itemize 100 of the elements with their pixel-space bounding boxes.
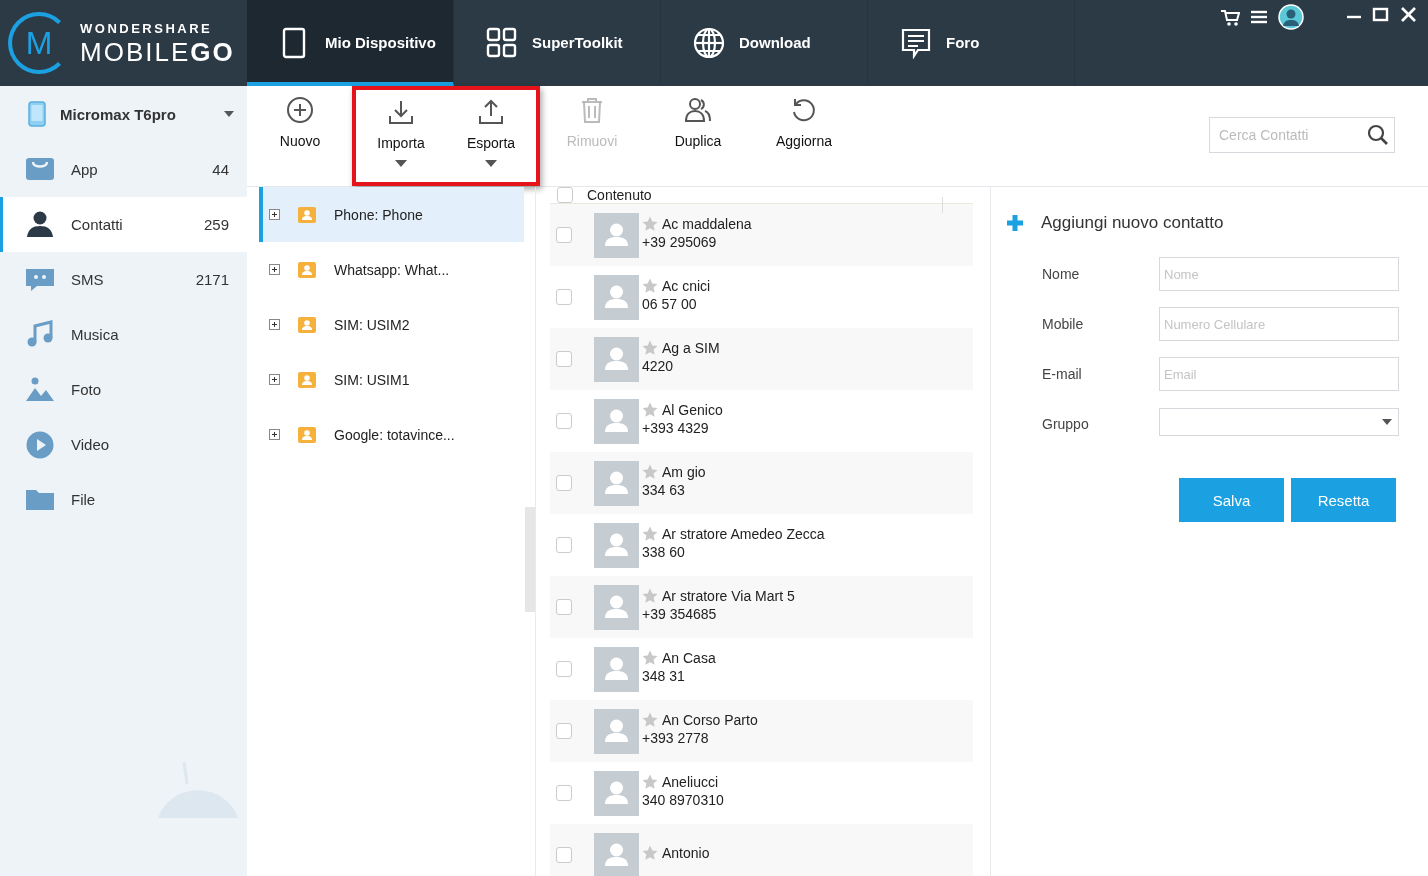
- input-field[interactable]: Numero Cellulare: [1159, 307, 1399, 341]
- download-icon: [387, 98, 415, 126]
- toolbar-button[interactable]: Importa: [356, 88, 446, 182]
- contact-phone: 334 63: [642, 482, 686, 498]
- sidebar-item[interactable]: File: [0, 472, 247, 527]
- checkbox[interactable]: [556, 785, 572, 801]
- plus-icon: [1007, 215, 1023, 231]
- star-icon[interactable]: [642, 340, 658, 356]
- toolbar-button[interactable]: Nuovo: [247, 86, 353, 186]
- star-icon[interactable]: [642, 774, 658, 790]
- star-icon[interactable]: [642, 216, 658, 232]
- expand-icon[interactable]: [269, 319, 280, 330]
- checkbox[interactable]: [556, 227, 572, 243]
- checkbox[interactable]: [557, 187, 573, 203]
- group-item[interactable]: SIM: USIM2: [259, 297, 524, 352]
- star-icon[interactable]: [642, 402, 658, 418]
- contact-phone: 06 57 00: [642, 296, 698, 312]
- checkbox[interactable]: [556, 847, 572, 863]
- input-field[interactable]: Email: [1159, 357, 1399, 391]
- star-icon[interactable]: [642, 650, 658, 666]
- star-icon[interactable]: [642, 278, 658, 294]
- star-icon[interactable]: [642, 588, 658, 604]
- avatar-placeholder-icon: [594, 522, 639, 568]
- nav-tab[interactable]: Mio Dispositivo: [247, 0, 454, 86]
- plus-circle-icon: [286, 96, 314, 124]
- contact-card-icon: [298, 371, 316, 388]
- sidebar-item[interactable]: Contatti 259: [0, 197, 247, 252]
- group-item[interactable]: Google: totavince...: [259, 407, 524, 462]
- avatar-placeholder-icon: [594, 274, 639, 320]
- refresh-icon: [790, 96, 818, 124]
- contact-name: Antonio: [662, 845, 710, 861]
- sidebar-item[interactable]: App 44: [0, 142, 247, 197]
- contact-phone: 348 31: [642, 668, 686, 684]
- caret-icon: [223, 110, 235, 118]
- star-icon[interactable]: [642, 712, 658, 728]
- search-field[interactable]: Cerca Contatti: [1209, 117, 1395, 153]
- checkbox[interactable]: [556, 413, 572, 429]
- toolbar-button[interactable]: Esporta: [446, 88, 536, 182]
- contact-name: Aneliucci: [662, 774, 719, 790]
- contact-name: Ac cnici: [662, 278, 711, 294]
- star-icon[interactable]: [642, 845, 658, 861]
- brand-maker: WONDERSHARE: [80, 20, 214, 36]
- expand-icon[interactable]: [269, 429, 280, 440]
- dropdown-field[interactable]: [1159, 408, 1399, 436]
- checkbox[interactable]: [556, 599, 572, 615]
- contact-card-icon: [298, 261, 316, 278]
- avatar-icon[interactable]: [1278, 4, 1304, 30]
- toolbar-button[interactable]: Duplica: [645, 86, 751, 186]
- checkbox[interactable]: [556, 723, 572, 739]
- toolbar-button[interactable]: Aggiorna: [751, 86, 857, 186]
- contact-phone: +39 354685: [642, 606, 718, 622]
- checkbox[interactable]: [556, 537, 572, 553]
- field-label: E-mail: [1042, 366, 1083, 382]
- search-icon: [1367, 124, 1389, 146]
- avatar-placeholder-icon: [594, 460, 639, 506]
- grid-icon: [486, 26, 518, 59]
- contact-phone: +393 4329: [642, 420, 710, 436]
- phone-icon: [28, 101, 46, 127]
- expand-icon[interactable]: [269, 209, 280, 220]
- contact-phone: 338 60: [642, 544, 686, 560]
- contact-card-icon: [298, 316, 316, 333]
- group-item[interactable]: Whatsapp: What...: [259, 242, 524, 297]
- group-item[interactable]: Phone: Phone: [259, 187, 524, 242]
- checkbox[interactable]: [556, 475, 572, 491]
- avatar-placeholder-icon: [594, 770, 639, 816]
- scrollbar-handle[interactable]: [525, 507, 535, 612]
- contact-phone: 340 8970310: [642, 792, 724, 808]
- contact-card-icon: [298, 426, 316, 443]
- sidebar-item[interactable]: SMS 2171: [0, 252, 247, 307]
- upload-icon: [477, 98, 505, 126]
- field-label: Nome: [1042, 266, 1081, 282]
- checkbox[interactable]: [556, 661, 572, 677]
- device-selector[interactable]: Micromax T6pro: [0, 86, 247, 142]
- star-icon[interactable]: [642, 526, 658, 542]
- contact-phone: 4220: [642, 358, 675, 374]
- field-label: Gruppo: [1042, 416, 1090, 432]
- contact-name: Ag a SIM: [662, 340, 720, 356]
- caret-icon: [1382, 419, 1392, 425]
- sidebar-item[interactable]: Musica: [0, 307, 247, 362]
- group-item[interactable]: SIM: USIM1: [259, 352, 524, 407]
- sidebar-item[interactable]: Video: [0, 417, 247, 472]
- expand-icon[interactable]: [269, 374, 280, 385]
- globe-icon: [693, 26, 725, 59]
- checkbox[interactable]: [556, 351, 572, 367]
- input-field[interactable]: Nome: [1159, 257, 1399, 291]
- sidebar-item[interactable]: Foto: [0, 362, 247, 417]
- field-label: Mobile: [1042, 316, 1085, 332]
- contact-name: An Corso Parto: [662, 712, 758, 728]
- avatar-placeholder-icon: [594, 212, 639, 258]
- contact-name: Ar stratore Via Mart 5: [662, 588, 795, 604]
- avatar-placeholder-icon: [594, 336, 639, 382]
- play-icon: [25, 429, 55, 460]
- contact-name: Al Genico: [662, 402, 723, 418]
- form-title: Aggiungi nuovo contatto: [1041, 213, 1224, 233]
- contact-name: An Casa: [662, 650, 716, 666]
- checkbox[interactable]: [556, 289, 572, 305]
- star-icon[interactable]: [642, 464, 658, 480]
- expand-icon[interactable]: [269, 264, 280, 275]
- avatar-placeholder-icon: [594, 398, 639, 444]
- avatar-placeholder-icon: [594, 646, 639, 692]
